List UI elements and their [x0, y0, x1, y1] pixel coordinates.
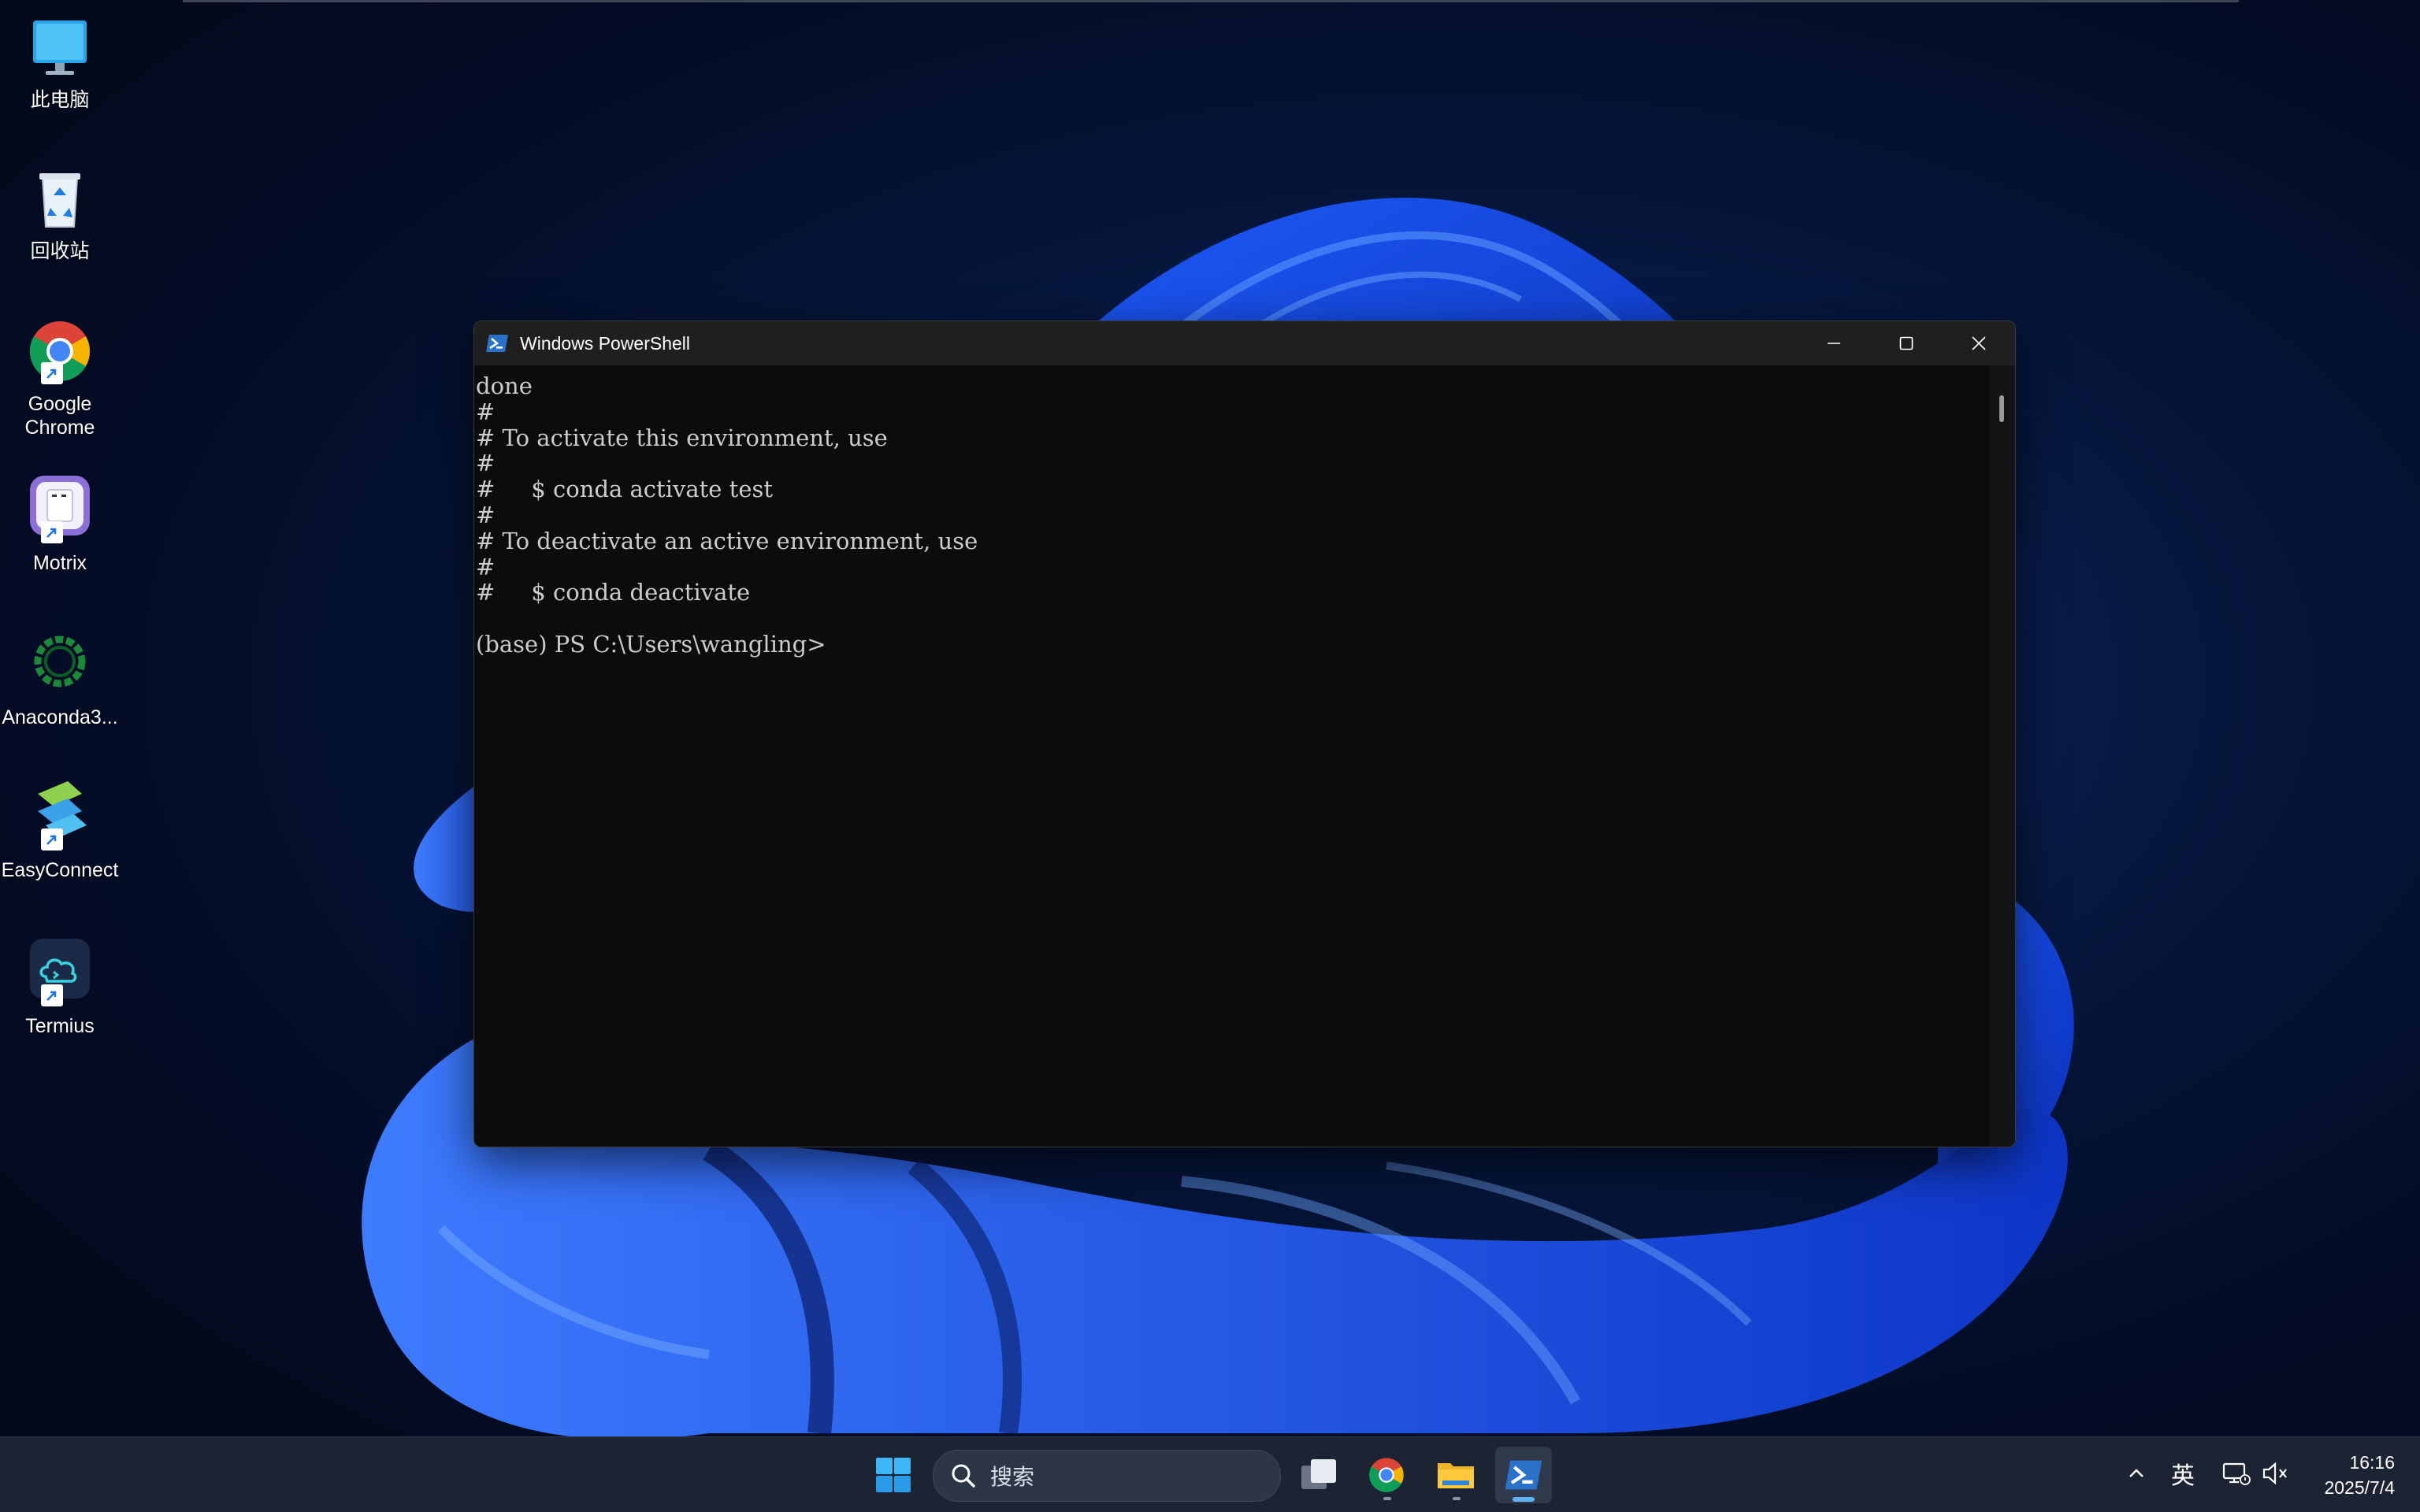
search-icon — [952, 1464, 975, 1488]
top-edge-strip — [183, 0, 2239, 2]
desktop-icon-motrix[interactable]: Motrix — [0, 472, 120, 575]
desktop-icon-label: Anaconda3... — [2, 706, 118, 728]
start-button[interactable] — [865, 1447, 922, 1503]
monitor-icon — [22, 9, 98, 85]
desktop-icon-label: 此电脑 — [30, 89, 90, 111]
desktop-icon-label: Termius — [25, 1015, 95, 1037]
desktop-icon-label: Motrix — [32, 552, 87, 574]
console-scrollbar[interactable] — [1990, 365, 2015, 1147]
chevron-up-icon[interactable] — [2124, 1461, 2149, 1486]
clock[interactable]: 16:16 2025/7/4 — [2300, 1450, 2395, 1500]
ime-indicator[interactable]: 英 — [2171, 1456, 2195, 1491]
search-placeholder: 搜索 — [990, 1465, 1035, 1489]
scrollbar-thumb[interactable] — [1999, 395, 2004, 422]
console-output[interactable]: done # # To activate this environment, u… — [474, 365, 1990, 1147]
task-view-button[interactable] — [1290, 1447, 1347, 1503]
active-indicator — [1512, 1497, 1535, 1502]
easyconnect-icon — [22, 780, 98, 855]
desktop-icon-anaconda[interactable]: Anaconda3... — [0, 627, 120, 729]
running-indicator — [1383, 1497, 1391, 1500]
desktop-icon-recycle-bin[interactable]: 回收站 — [0, 161, 120, 263]
taskbar-powershell[interactable] — [1495, 1447, 1552, 1503]
shortcut-arrow-icon — [41, 521, 63, 543]
minimize-button[interactable] — [1798, 321, 1870, 365]
desktop-icon-google-chrome[interactable]: Google Chrome — [0, 313, 120, 439]
network-icon[interactable] — [2220, 1458, 2251, 1489]
maximize-button[interactable] — [1870, 321, 1943, 365]
clock-time: 16:16 — [2349, 1452, 2395, 1473]
desktop-icon-this-pc[interactable]: 此电脑 — [0, 9, 120, 112]
volume-muted-icon[interactable] — [2259, 1458, 2291, 1489]
maximize-icon — [1899, 336, 1913, 350]
taskbar: 搜索 英 16:16 2025/7/4 — [0, 1436, 2420, 1512]
anaconda-icon — [22, 627, 98, 702]
file-explorer-icon — [1438, 1463, 1474, 1488]
powershell-icon — [1505, 1460, 1542, 1490]
desktop-icon-termius[interactable]: Termius — [0, 936, 120, 1038]
desktop-icon-label: EasyConnect — [1, 859, 119, 881]
taskbar-chrome[interactable] — [1358, 1447, 1415, 1503]
minimize-icon — [1828, 343, 1840, 344]
running-indicator — [1453, 1497, 1461, 1500]
shortcut-arrow-icon — [41, 984, 63, 1006]
desktop-icon-easyconnect[interactable]: EasyConnect — [0, 780, 120, 882]
console-text: done # # To activate this environment, u… — [476, 372, 978, 658]
shortcut-arrow-icon — [41, 362, 63, 384]
window-titlebar[interactable]: Windows PowerShell — [474, 321, 2015, 365]
recycle-bin-icon — [22, 161, 98, 236]
powershell-window[interactable]: Windows PowerShell done # # To activate … — [473, 321, 2016, 1147]
chrome-icon — [1369, 1458, 1404, 1492]
clock-date: 2025/7/4 — [2324, 1477, 2395, 1498]
task-view-icon — [1301, 1459, 1336, 1489]
shortcut-arrow-icon — [41, 828, 63, 850]
start-icon — [876, 1458, 911, 1492]
desktop-icon-label: 回收站 — [30, 240, 90, 262]
desktop: 此电脑 回收站 Google Chrome Motrix Anaconda3..… — [0, 0, 2420, 1512]
taskbar-file-explorer[interactable] — [1427, 1447, 1484, 1503]
chrome-icon — [22, 313, 98, 389]
powershell-icon — [485, 332, 509, 355]
desktop-icon-label: Google Chrome — [24, 393, 95, 439]
window-title: Windows PowerShell — [520, 332, 691, 354]
motrix-icon — [22, 472, 98, 548]
close-button[interactable] — [1943, 321, 2015, 365]
termius-icon — [22, 936, 98, 1011]
close-icon — [1972, 336, 1986, 350]
taskbar-search-box[interactable]: 搜索 — [933, 1450, 1281, 1502]
